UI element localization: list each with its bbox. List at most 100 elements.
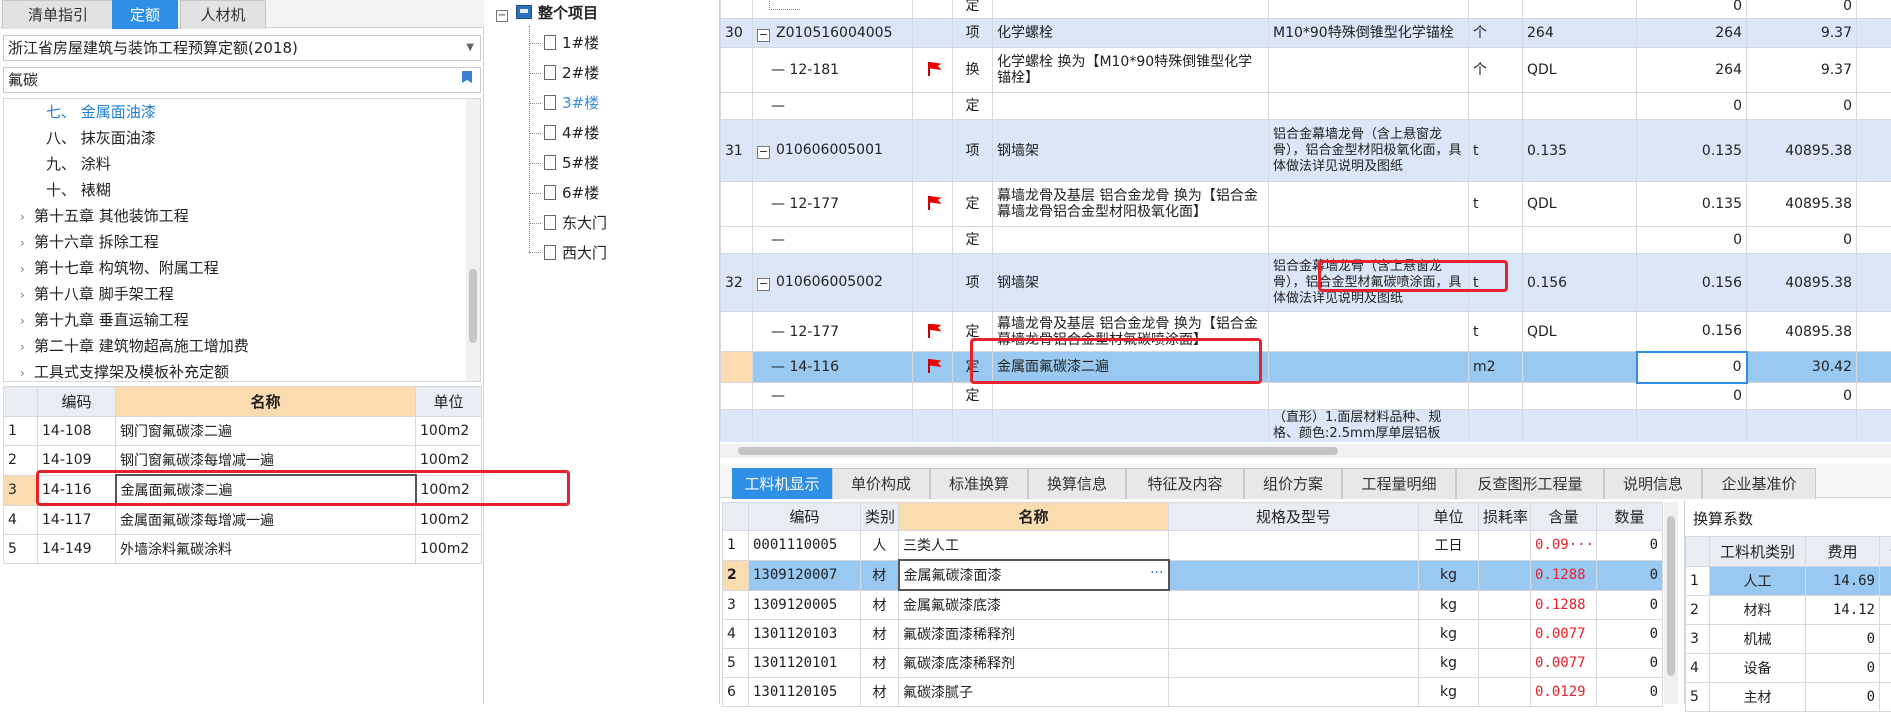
tree-node[interactable]: ›第十六章 拆除工程 (20, 229, 159, 255)
table-row[interactable]: 3 14-116 金属面氟碳漆二遍 100m2 (4, 475, 482, 505)
chevron-right-icon[interactable]: › (20, 282, 34, 308)
chevron-right-icon[interactable]: › (20, 256, 34, 282)
project-node[interactable]: 4#楼 (544, 120, 599, 146)
table-row[interactable]: 31 −010606005001 项 钢墙架 铝合金幕墙龙骨（含上悬窗龙骨），铝… (721, 120, 1891, 182)
table-row[interactable]: 32 −010606005002 项 钢墙架 铝合金幕墙龙骨（含上悬窗龙骨），铝… (721, 254, 1891, 312)
table-row[interactable]: 1 14-108 钢门窗氟碳漆二遍 100m2 (4, 417, 482, 446)
col-loss[interactable]: 损耗率 (1479, 503, 1531, 531)
tree-node[interactable]: ›第十九章 垂直运输工程 (20, 307, 189, 333)
tab-quantity-detail[interactable]: 工程量明细 (1342, 468, 1456, 499)
table-row[interactable]: 4 1301120103 材 氟碳漆面漆稀释剂 kg 0.0077 0 (723, 620, 1663, 649)
chevron-down-icon[interactable]: ▼ (466, 36, 474, 60)
col-category[interactable]: 工料机类别 (1710, 537, 1806, 567)
col-content[interactable]: 含量 (1531, 503, 1597, 531)
tab-graphic-quantity[interactable]: 反查图形工程量 (1456, 468, 1604, 499)
quota-library-select[interactable]: 浙江省房屋建筑与装饰工程预算定额(2018) ▼ (3, 35, 481, 61)
table-row[interactable]: 4 14-117 金属面氟碳漆每增减一遍 100m2 (4, 505, 482, 535)
table-row[interactable]: 定 0 0 (721, 0, 1891, 19)
col-code[interactable]: 编码 (38, 387, 116, 417)
table-row-selected[interactable]: 1 人工 14.69 (1686, 567, 1891, 596)
project-node[interactable]: 1#楼 (544, 30, 599, 56)
col-unit[interactable]: 单位 (1419, 503, 1479, 531)
tab-labor-material-display[interactable]: 工料机显示 (732, 468, 832, 499)
tab-unit-price[interactable]: 单价构成 (832, 468, 930, 499)
table-row[interactable]: 4 设备 0 (1686, 654, 1891, 683)
chevron-right-icon[interactable]: › (20, 360, 34, 382)
project-node[interactable]: 6#楼 (544, 180, 599, 206)
col-category[interactable]: 类别 (861, 503, 899, 531)
tree-node[interactable]: 十、 裱糊 (46, 177, 111, 203)
table-row[interactable]: （直形）1.面层材料品种、规格、颜色:2.5mm厚单层铝板 (721, 410, 1891, 443)
table-row[interactable]: — 定 0 0 (721, 93, 1891, 120)
tab-standard-conversion[interactable]: 标准换算 (930, 468, 1028, 499)
tree-scrollbar[interactable] (466, 99, 480, 382)
tab-list-guide[interactable]: 清单指引 (2, 0, 114, 29)
table-row[interactable]: 2 材料 14.12 (1686, 596, 1891, 625)
project-node[interactable]: 西大门 (544, 240, 607, 266)
tree-node[interactable]: ›第十七章 构筑物、附属工程 (20, 255, 219, 281)
col-fee[interactable]: 费用 (1806, 537, 1880, 567)
table-row-selected[interactable]: — 14-116 定 金属面氟碳漆二遍 m2 0 30.42 (721, 352, 1891, 383)
tab-pricing-plan[interactable]: 组价方案 (1244, 468, 1342, 499)
table-row[interactable]: — 12-181 换 化学螺栓 换为【M10*90特殊倒锥型化学锚栓】 个 QD… (721, 48, 1891, 93)
table-row[interactable]: 5 1301120101 材 氟碳漆底漆稀释剂 kg 0.0077 0 (723, 649, 1663, 678)
chevron-right-icon[interactable]: › (20, 204, 34, 230)
resource-scrollbar[interactable] (1664, 502, 1678, 704)
col-code[interactable]: 编码 (749, 503, 861, 531)
chevron-right-icon[interactable]: › (20, 308, 34, 334)
project-node[interactable]: 5#楼 (544, 150, 599, 176)
col-name[interactable]: 名称 (899, 503, 1169, 531)
tree-node[interactable]: ›第二十章 建筑物超高施工增加费 (20, 333, 249, 359)
table-row[interactable]: 3 机械 0 (1686, 625, 1891, 654)
table-row[interactable]: 2 14-109 钢门窗氟碳漆每增减一遍 100m2 (4, 446, 482, 476)
tree-node[interactable]: ›第十五章 其他装饰工程 (20, 203, 189, 229)
quota-search-input[interactable]: 氟碳 (3, 67, 481, 93)
tab-features[interactable]: 特征及内容 (1126, 468, 1244, 499)
tab-quota[interactable]: 定额 (112, 0, 178, 29)
table-row[interactable]: 1 0001110005 人 三类人工 工日 0.09··· 0 (723, 531, 1663, 561)
tree-node[interactable]: 七、 金属面油漆 (46, 99, 156, 125)
project-root-node[interactable]: −整个项目 (496, 0, 598, 26)
row-name-editor[interactable]: 金属氟碳漆面漆··· (899, 560, 1169, 590)
chevron-right-icon[interactable]: › (20, 334, 34, 360)
project-node[interactable]: 2#楼 (544, 60, 599, 86)
bookmark-icon[interactable] (460, 71, 474, 87)
tree-node[interactable]: 九、 涂料 (46, 151, 111, 177)
row-qty[interactable]: 0 (1637, 352, 1747, 383)
tab-labor-material-machine[interactable]: 人材机 (180, 0, 266, 29)
horizontal-scrollbar-thumb[interactable] (738, 447, 1338, 455)
col-qty[interactable]: 数量 (1597, 503, 1663, 531)
table-row[interactable]: 5 14-149 外墙涂料氟碳涂料 100m2 (4, 535, 482, 564)
tree-node[interactable]: ›工具式支撑架及模板补充定额 (20, 359, 229, 382)
col-spec[interactable]: 规格及型号 (1169, 503, 1419, 531)
tab-enterprise-price[interactable]: 企业基准价 (1702, 468, 1816, 499)
col-adjust[interactable]: 调 (1880, 537, 1891, 567)
row-unit: kg (1419, 620, 1479, 649)
collapse-icon[interactable]: − (496, 10, 508, 22)
table-row[interactable]: 6 1301120105 材 氟碳漆腻子 kg 0.0129 0 (723, 678, 1663, 707)
table-row[interactable]: 30 −Z010516004005 项 化学螺栓 M10*90特殊倒锥型化学锚栓… (721, 19, 1891, 48)
collapse-icon[interactable]: − (757, 278, 770, 291)
resource-scrollbar-thumb[interactable] (1667, 516, 1675, 676)
chevron-right-icon[interactable]: › (20, 230, 34, 256)
collapse-icon[interactable]: − (757, 29, 770, 42)
col-name[interactable]: 名称 (116, 387, 416, 417)
more-icon[interactable]: ··· (1150, 565, 1163, 581)
table-row[interactable]: — 定 0 0 (721, 227, 1891, 254)
table-row[interactable]: 3 1309120005 材 金属氟碳漆底漆 kg 0.1288 0 (723, 590, 1663, 620)
tab-conversion-info[interactable]: 换算信息 (1028, 468, 1126, 499)
table-row-selected[interactable]: 2 1309120007 材 金属氟碳漆面漆··· kg 0.1288 0 (723, 560, 1663, 590)
col-unit[interactable]: 单位 (416, 387, 482, 417)
table-row[interactable]: 5 主材 0 (1686, 683, 1891, 712)
table-row[interactable]: — 12-177 定 幕墙龙骨及基层 铝合金龙骨 换为【铝合金幕墙龙骨铝合金型材… (721, 182, 1891, 227)
tab-description[interactable]: 说明信息 (1604, 468, 1702, 499)
table-row[interactable]: — 12-177 定 幕墙龙骨及基层 铝合金龙骨 换为【铝合金幕墙龙骨铝合金型材… (721, 312, 1891, 352)
table-row[interactable]: — 定 0 0 (721, 383, 1891, 410)
horizontal-scrollbar[interactable] (720, 444, 1891, 458)
tree-node[interactable]: 八、 抹灰面油漆 (46, 125, 156, 151)
project-node[interactable]: 东大门 (544, 210, 607, 236)
tree-scrollbar-thumb[interactable] (469, 269, 477, 343)
collapse-icon[interactable]: − (757, 146, 770, 159)
tree-node[interactable]: ›第十八章 脚手架工程 (20, 281, 174, 307)
project-node-selected[interactable]: 3#楼 (544, 90, 599, 116)
